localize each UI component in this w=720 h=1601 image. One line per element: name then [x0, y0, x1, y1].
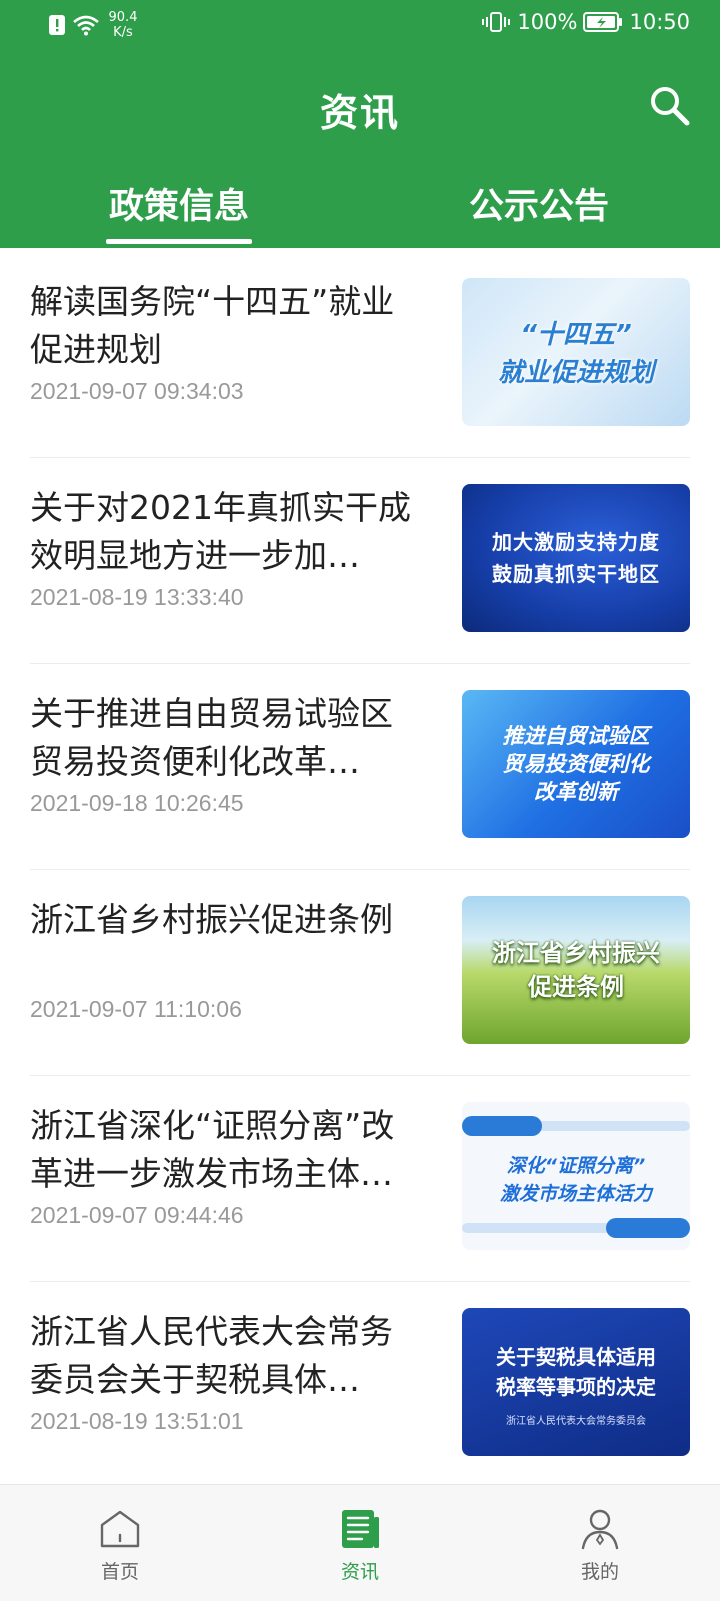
thumbnail-line: 鼓励真抓实干地区	[492, 562, 660, 586]
page-title: 资讯	[319, 91, 400, 135]
tab-policy-info-label: 政策信息	[108, 187, 249, 227]
alert-icon	[49, 15, 65, 35]
status-bar: 90.4 K/s 100% 10:50	[0, 0, 720, 48]
list-item[interactable]: 浙江省深化“证照分离”改革进一步激发市场主体… 2021-09-07 09:44…	[30, 1072, 690, 1282]
tab-bar: 政策信息 公示公告	[0, 178, 720, 248]
article-thumbnail: 深化“证照分离” 激发市场主体活力	[462, 1102, 690, 1250]
thumbnail-line: 贸易投资便利化	[502, 752, 650, 776]
list-item[interactable]: 浙江省乡村振兴促进条例 2021-09-07 11:10:06 浙江省乡村振兴 …	[30, 866, 690, 1076]
battery-charging-icon	[583, 12, 623, 32]
article-date: 2021-09-18 10:26:45	[30, 790, 244, 816]
thumbnail-line: 就业促进规划	[497, 358, 654, 388]
article-thumbnail: 加大激励支持力度 鼓励真抓实干地区	[462, 484, 690, 632]
article-date: 2021-08-19 13:33:40	[30, 584, 244, 610]
profile-icon	[581, 1509, 619, 1550]
battery-percent: 100%	[517, 10, 578, 34]
status-right: 100% 10:50	[481, 10, 690, 34]
thumbnail-line: 税率等事项的决定	[496, 1375, 656, 1399]
nav-news-label: 资讯	[340, 1561, 379, 1583]
article-thumbnail: “十四五” 就业促进规划	[462, 278, 690, 426]
nav-news[interactable]: 资讯	[300, 1485, 420, 1601]
thumbnail-text: 加大激励支持力度 鼓励真抓实干地区	[462, 526, 690, 590]
article-date: 2021-08-19 13:51:01	[30, 1408, 244, 1434]
article-list[interactable]: 解读国务院“十四五”就业促进规划 2021-09-07 09:34:03 “十四…	[0, 248, 720, 1484]
thumbnail-text: 浙江省乡村振兴 促进条例	[462, 936, 690, 1004]
article-date: 2021-09-07 11:10:06	[30, 996, 242, 1022]
net-speed-value: 90.4	[108, 10, 138, 25]
thumbnail-line: 深化“证照分离”	[506, 1155, 646, 1177]
nav-home[interactable]: 首页	[60, 1485, 180, 1601]
thumbnail-text: 深化“证照分离” 激发市场主体活力	[462, 1152, 690, 1208]
article-thumbnail: 推进自贸试验区 贸易投资便利化 改革创新	[462, 690, 690, 838]
status-left: 90.4 K/s	[48, 10, 140, 40]
news-icon	[342, 1510, 379, 1548]
tab-policy-info[interactable]: 政策信息	[104, 178, 254, 248]
decor-bar	[532, 1121, 690, 1131]
article-thumbnail: 浙江省乡村振兴 促进条例	[462, 896, 690, 1044]
thumbnail-subtext: 浙江省人民代表大会常务委员会	[506, 1416, 646, 1427]
nav-profile-label: 我的	[580, 1561, 619, 1583]
decor-bar	[462, 1116, 542, 1136]
app-header: 90.4 K/s 100% 10:50 资讯 政策信息 公示公告	[0, 0, 720, 248]
net-speed: 90.4 K/s	[106, 10, 140, 40]
tab-public-notice-label: 公示公告	[468, 187, 609, 227]
tab-public-notice[interactable]: 公示公告	[464, 178, 614, 248]
thumbnail-line: 促进条例	[528, 973, 624, 1001]
decor-bar	[606, 1218, 690, 1238]
list-item[interactable]: 关于对2021年真抓实干成效明显地方进一步加… 2021-08-19 13:33…	[30, 454, 690, 664]
decor-bar	[462, 1223, 612, 1233]
list-item[interactable]: 浙江省人民代表大会常务委员会关于契税具体… 2021-08-19 13:51:0…	[30, 1278, 690, 1484]
status-time: 10:50	[629, 10, 690, 34]
article-title: 关于推进自由贸易试验区贸易投资便利化改革…	[30, 694, 393, 781]
thumbnail-line: 加大激励支持力度	[492, 530, 660, 554]
list-item[interactable]: 解读国务院“十四五”就业促进规划 2021-09-07 09:34:03 “十四…	[30, 248, 690, 458]
article-date: 2021-09-07 09:34:03	[30, 378, 244, 404]
article-title: 浙江省深化“证照分离”改革进一步激发市场主体…	[30, 1106, 395, 1193]
thumbnail-text: “十四五” 就业促进规划	[462, 316, 690, 392]
wifi-icon	[73, 15, 99, 36]
thumbnail-line: “十四五”	[520, 320, 632, 350]
vibrate-icon	[482, 12, 511, 32]
thumbnail-line: 浙江省乡村振兴	[492, 939, 660, 967]
nav-profile[interactable]: 我的	[540, 1485, 660, 1601]
article-date: 2021-09-07 09:44:46	[30, 1202, 244, 1228]
thumbnail-line: 激发市场主体活力	[499, 1183, 652, 1205]
article-title: 解读国务院“十四五”就业促进规划	[30, 282, 395, 369]
active-tab-indicator	[106, 239, 252, 244]
search-button[interactable]	[646, 82, 694, 130]
thumbnail-text: 推进自贸试验区 贸易投资便利化 改革创新	[462, 722, 690, 806]
list-item[interactable]: 关于推进自由贸易试验区贸易投资便利化改革… 2021-09-18 10:26:4…	[30, 660, 690, 870]
search-icon	[651, 87, 690, 126]
article-title: 浙江省乡村振兴促进条例	[30, 900, 393, 939]
thumbnail-line: 改革创新	[534, 780, 618, 804]
thumbnail-line: 推进自贸试验区	[502, 724, 650, 748]
bottom-nav: 首页 资讯 我的	[0, 1484, 720, 1601]
thumbnail-text: 关于契税具体适用 税率等事项的决定	[462, 1342, 690, 1402]
article-thumbnail: 关于契税具体适用 税率等事项的决定 浙江省人民代表大会常务委员会	[462, 1308, 690, 1456]
home-icon	[100, 1510, 140, 1548]
net-speed-unit: K/s	[113, 25, 133, 40]
article-title: 浙江省人民代表大会常务委员会关于契税具体…	[30, 1312, 393, 1399]
article-title: 关于对2021年真抓实干成效明显地方进一步加…	[30, 488, 411, 575]
thumbnail-line: 关于契税具体适用	[496, 1345, 656, 1369]
nav-home-label: 首页	[100, 1561, 139, 1583]
